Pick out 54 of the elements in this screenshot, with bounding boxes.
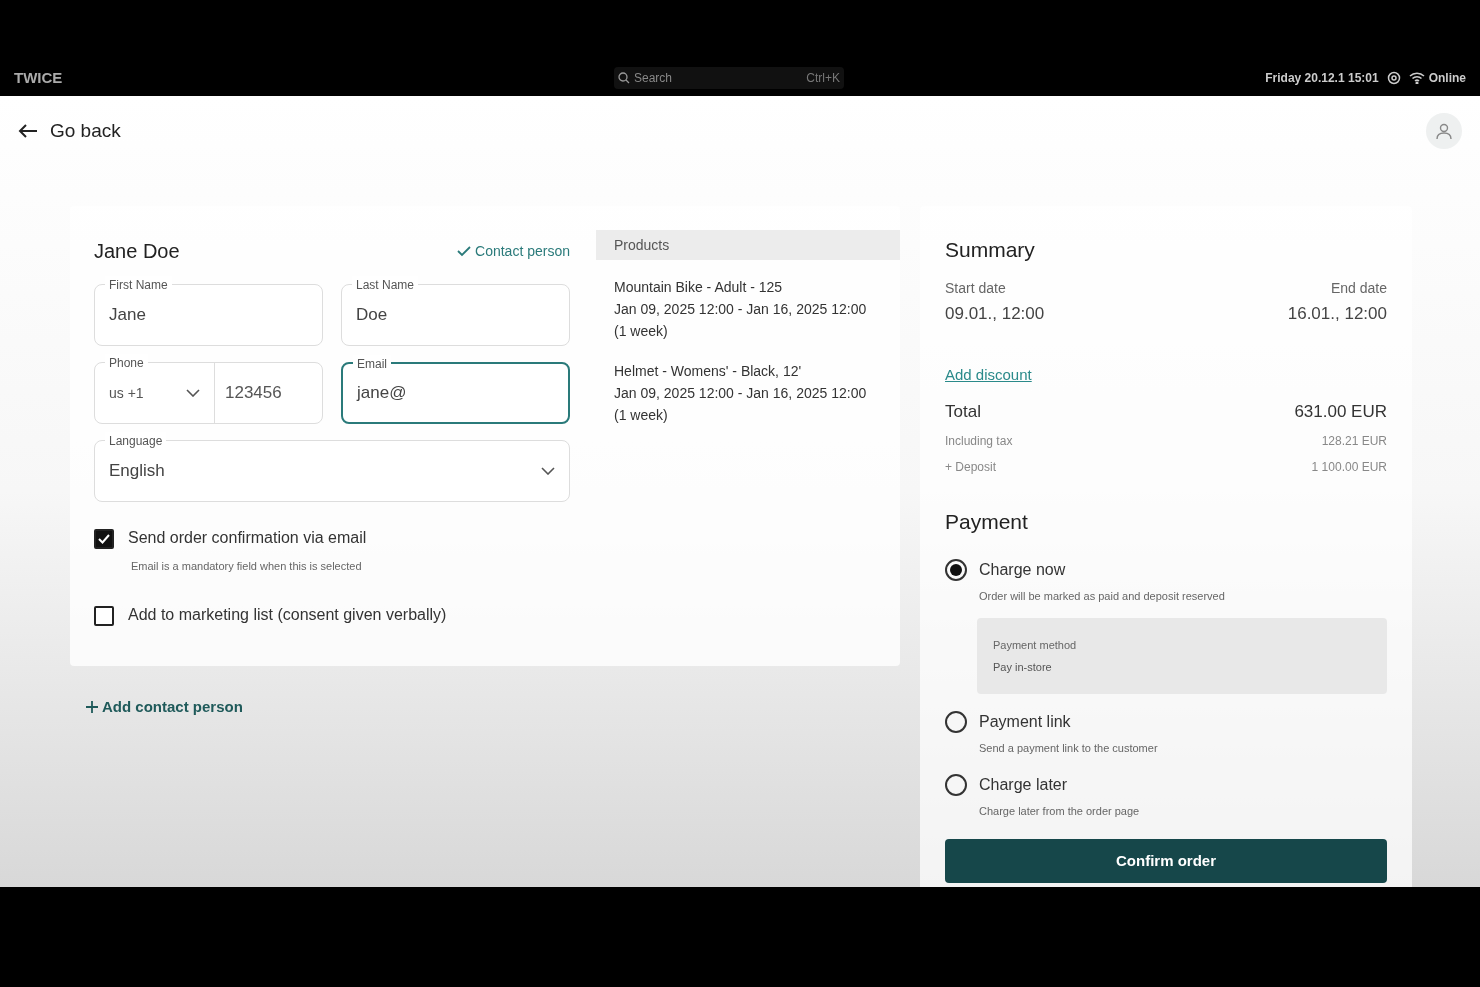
section-title: Products	[614, 235, 670, 255]
end-date: 16.01., 12:00	[1287, 302, 1387, 325]
plus-icon	[86, 701, 98, 714]
option-label: Send order confirmation via email	[128, 528, 367, 548]
back-button[interactable]: Go back	[18, 116, 121, 146]
shortcut-hint: Ctrl+K	[806, 70, 840, 87]
option-label: Charge later	[979, 774, 1069, 795]
option-hint: Order will be marked as paid and deposit reserved	[979, 588, 1225, 604]
option-label: Add to marketing list (consent given verbally)	[128, 604, 447, 625]
date-time: Friday 20.12.1 15:01	[1265, 70, 1379, 87]
product-period: Jan 09, 2025 12:00 - Jan 16, 2025 12:00 (1 week)	[614, 300, 868, 341]
tax-label: Including tax	[945, 433, 1013, 450]
person-icon	[1435, 122, 1453, 140]
option-hint: Charge later from the order page	[979, 803, 1140, 819]
end-label: End date	[1330, 278, 1387, 298]
option-label: Charge now	[979, 559, 1067, 580]
radio-button[interactable]	[945, 558, 967, 581]
wifi-icon	[1408, 72, 1425, 84]
search-field[interactable]: Search Ctrl+K	[614, 67, 844, 89]
product-period: Jan 09, 2025 12:00 - Jan 16, 2025 12:00 (1 week)	[614, 384, 868, 425]
method-value: Pay in-store	[993, 660, 1053, 675]
chevron-down-icon	[186, 389, 200, 397]
option-hint: Send a payment link to the customer	[979, 741, 1158, 756]
check-icon	[457, 245, 472, 257]
radio-button[interactable]	[945, 711, 967, 733]
radio-button[interactable]	[945, 773, 967, 796]
check-icon	[98, 534, 110, 544]
add-contact-link[interactable]: Add contact person	[86, 696, 243, 719]
method-label: Payment method	[993, 637, 1078, 653]
contact-person-tag[interactable]: Contact person	[457, 240, 570, 262]
add-discount-link[interactable]: Add discount	[945, 364, 1032, 387]
profile-button[interactable]	[1426, 113, 1462, 149]
confirm-order-button[interactable]: Confirm order	[945, 839, 1387, 883]
chevron-down-icon	[541, 467, 555, 475]
deposit-value: 1 100.00 EUR	[1311, 459, 1387, 476]
contact-name: Jane Doe	[94, 239, 180, 264]
option-hint: Email is a mandatory field when this is selected	[130, 559, 363, 574]
logo: TWICE	[14, 67, 64, 88]
search-icon	[618, 72, 630, 84]
product-name: Mountain Bike - Adult - 125	[614, 278, 784, 297]
start-label: Start date	[945, 278, 1006, 298]
option-label: Payment link	[979, 712, 1072, 732]
total-label: Total	[945, 400, 981, 423]
arrow-left-icon	[18, 123, 38, 139]
start-date: 09.01., 12:00	[945, 302, 1045, 325]
deposit-label: + Deposit	[945, 459, 997, 476]
checkbox[interactable]	[94, 605, 114, 626]
section-title: Payment	[945, 509, 1029, 535]
network-status: Online	[1428, 70, 1466, 87]
tax-value: 128.21 EUR	[1321, 433, 1387, 450]
section-title: Summary	[945, 237, 1036, 263]
checkbox[interactable]	[94, 529, 114, 549]
product-name: Helmet - Womens' - Black, 12'	[614, 362, 803, 381]
total-value: 631.00 EUR	[1294, 400, 1387, 423]
